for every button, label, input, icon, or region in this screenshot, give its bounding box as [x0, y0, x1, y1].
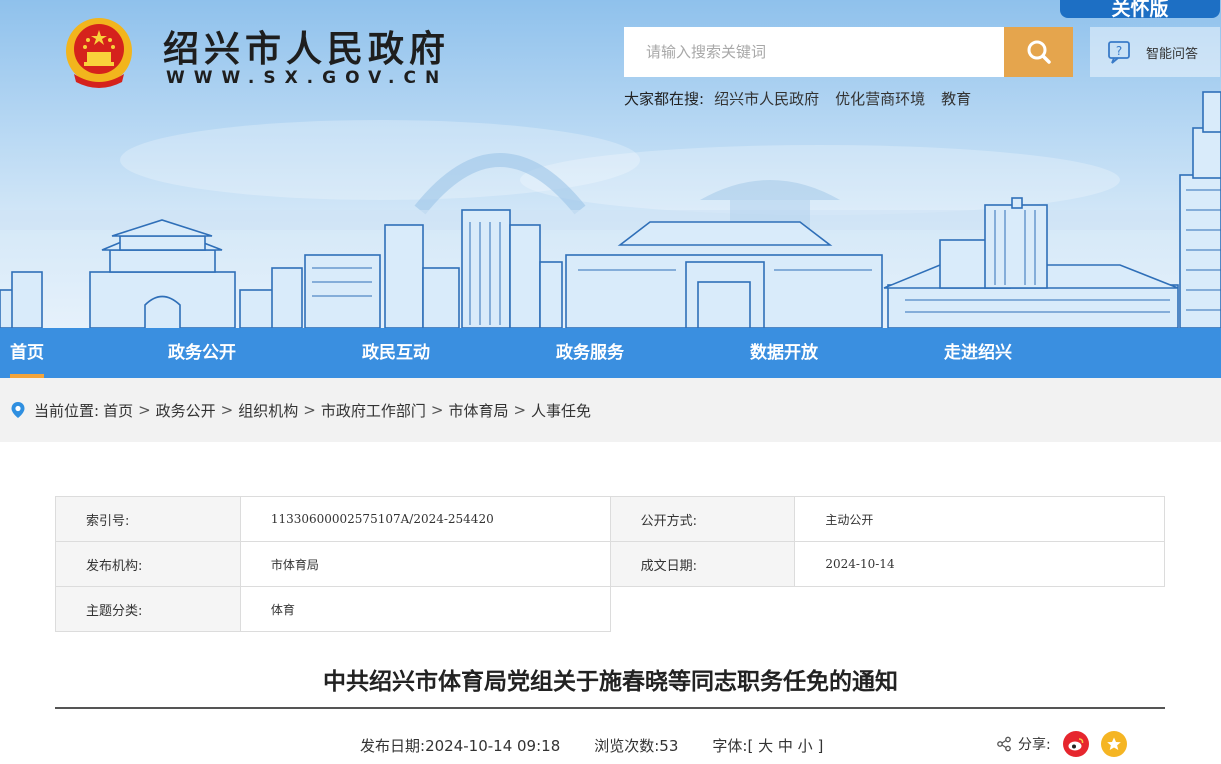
table-row: 发布机构: 市体育局 成文日期: 2024-10-14 [55, 541, 1165, 587]
header-banner: 绍兴市人民政府 WWW.SX.GOV.CN 关怀版 ? 智能问答 大家都在搜: … [0, 0, 1221, 328]
publish-date-value: 2024-10-14 09:18 [425, 737, 561, 755]
meta-value: 主动公开 [794, 496, 1165, 542]
publish-date-label: 发布日期: [360, 737, 426, 755]
search-icon [1027, 40, 1051, 64]
nav-item-open-data[interactable]: 数据开放 [750, 328, 818, 378]
font-size-large-button[interactable]: 大 [758, 737, 773, 755]
nav-item-interaction[interactable]: 政民互动 [362, 328, 430, 378]
svg-text:?: ? [1116, 44, 1122, 58]
share-icon [997, 736, 1011, 752]
document-meta-table: 索引号: 11330600002575107A/2024-254420 公开方式… [55, 496, 1165, 632]
share-bar: 分享: [996, 731, 1127, 757]
table-row: 索引号: 11330600002575107A/2024-254420 公开方式… [55, 496, 1165, 542]
breadcrumb-link[interactable]: 政务公开 [156, 400, 216, 421]
chat-question-icon: ? [1108, 41, 1130, 64]
national-emblem-logo[interactable] [64, 16, 134, 90]
font-size-medium-button[interactable]: 中 [778, 737, 793, 755]
meta-key: 索引号: [55, 496, 241, 542]
share-label: 分享: [1018, 737, 1051, 753]
nav-item-gov-affairs[interactable]: 政务公开 [168, 328, 236, 378]
breadcrumb-link[interactable]: 组织机构 [238, 400, 298, 421]
breadcrumb-separator: > [303, 401, 316, 419]
breadcrumb-link[interactable]: 人事任免 [531, 400, 591, 421]
empty-cell [610, 586, 1165, 632]
meta-value: 11330600002575107A/2024-254420 [239, 496, 611, 542]
site-title[interactable]: 绍兴市人民政府 [163, 20, 450, 72]
breadcrumb-link[interactable]: 市政府工作部门 [321, 400, 426, 421]
meta-value: 市体育局 [239, 541, 611, 587]
weibo-share-button[interactable] [1062, 731, 1089, 757]
meta-key: 主题分类: [55, 586, 241, 632]
hot-search-link[interactable]: 优化营商环境 [835, 88, 925, 109]
title-divider [55, 707, 1165, 709]
favorite-button[interactable] [1100, 731, 1127, 757]
elder-mode-tab[interactable]: 关怀版 [1060, 0, 1220, 20]
search-box [624, 27, 1004, 77]
table-row: 主题分类: 体育 [55, 586, 1165, 632]
font-size-label: 字体:[ [712, 737, 754, 755]
breadcrumb-separator: > [138, 401, 151, 419]
star-icon [1106, 737, 1121, 750]
meta-value: 体育 [239, 586, 611, 632]
nav-item-about-shaoxing[interactable]: 走进绍兴 [944, 328, 1012, 378]
breadcrumb-separator: > [220, 401, 234, 419]
main-nav: 首页 政务公开 政民互动 政务服务 数据开放 走进绍兴 [0, 328, 1221, 378]
nav-item-home[interactable]: 首页 [10, 328, 44, 378]
weibo-icon [1068, 738, 1084, 751]
breadcrumb: 当前位置: 首页 > 政务公开 > 组织机构 > 市政府工作部门 > 市体育局 … [0, 378, 1221, 442]
site-url: WWW.SX.GOV.CN [166, 68, 449, 88]
meta-key: 成文日期: [609, 541, 796, 587]
hot-search-bar: 大家都在搜: 绍兴市人民政府 优化营商环境 教育 [624, 88, 971, 109]
smart-qa-label: 智能问答 [1146, 46, 1199, 62]
hot-search-label: 大家都在搜: [624, 90, 705, 108]
location-pin-icon [10, 401, 26, 419]
breadcrumb-link[interactable]: 首页 [103, 400, 133, 421]
smart-qa-button[interactable]: ? 智能问答 [1090, 27, 1220, 77]
breadcrumb-link[interactable]: 市体育局 [448, 400, 508, 421]
article-title: 中共绍兴市体育局党组关于施春晓等同志职务任免的通知 [323, 669, 898, 695]
article-info-row: 发布日期:2024-10-14 09:18 浏览次数:53 字体:[ 大 中 小… [360, 735, 823, 756]
nav-item-gov-services[interactable]: 政务服务 [556, 328, 624, 378]
breadcrumb-separator: > [513, 401, 527, 419]
meta-key: 公开方式: [609, 496, 796, 542]
breadcrumb-separator: > [430, 401, 444, 419]
meta-key: 发布机构: [55, 541, 241, 587]
view-count-value: 53 [659, 737, 679, 755]
font-size-small-button[interactable]: 小 [798, 737, 813, 755]
search-button[interactable] [1004, 27, 1073, 77]
publish-date: 发布日期:2024-10-14 09:18 [360, 735, 560, 756]
view-count-label: 浏览次数: [594, 737, 660, 755]
breadcrumb-label: 当前位置: [34, 401, 100, 420]
view-count: 浏览次数:53 [594, 735, 678, 756]
meta-value: 2024-10-14 [794, 541, 1165, 587]
search-input[interactable] [624, 27, 1004, 77]
hot-search-link[interactable]: 教育 [941, 88, 971, 109]
hot-search-link[interactable]: 绍兴市人民政府 [714, 88, 819, 109]
font-size-control: 字体:[ 大 中 小 ] [712, 735, 823, 756]
font-size-close: ] [817, 737, 824, 755]
